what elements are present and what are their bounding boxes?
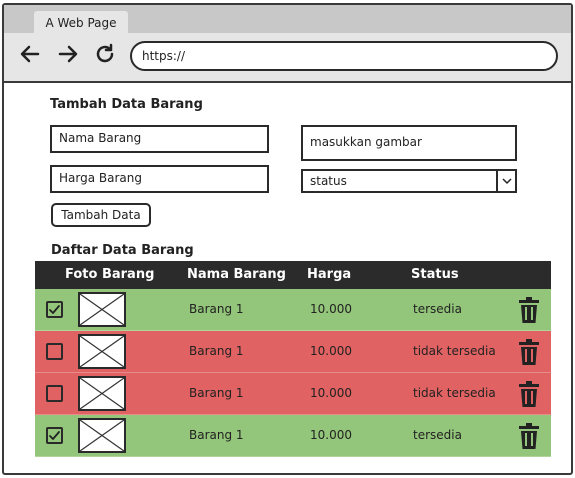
row-status: tidak tersedia	[413, 344, 496, 358]
status-select[interactable]: status	[301, 169, 517, 193]
chevron-down-icon	[496, 171, 515, 191]
address-bar[interactable]: https://	[130, 41, 558, 71]
header-status: Status	[411, 267, 459, 282]
image-placeholder-icon	[78, 376, 126, 411]
table-row: Barang 1 10.000 tersedia	[35, 289, 551, 331]
browser-window: A Web Page https:// Tambah Data Barang N…	[2, 3, 573, 475]
checkmark-icon	[49, 305, 60, 314]
trash-icon[interactable]	[519, 381, 539, 407]
item-name-input[interactable]: Nama Barang	[50, 125, 269, 153]
row-checkbox[interactable]	[46, 427, 63, 444]
row-checkbox[interactable]	[46, 343, 63, 360]
header-price: Harga	[307, 267, 352, 282]
table-title: Daftar Data Barang	[51, 243, 194, 258]
header-name: Nama Barang	[187, 267, 286, 282]
row-name: Barang 1	[189, 428, 244, 442]
arrow-left-icon	[20, 45, 40, 63]
table-row: Barang 1 10.000 tidak tersedia	[35, 331, 551, 373]
header-photo: Foto Barang	[65, 267, 155, 282]
row-status: tersedia	[413, 302, 462, 316]
item-price-input[interactable]: Harga Barang	[50, 165, 269, 193]
row-status: tidak tersedia	[413, 386, 496, 400]
row-checkbox[interactable]	[46, 385, 63, 402]
trash-icon[interactable]	[519, 423, 539, 449]
browser-chrome: A Web Page https://	[4, 5, 571, 83]
trash-icon[interactable]	[519, 297, 539, 323]
trash-icon[interactable]	[519, 339, 539, 365]
image-placeholder-icon	[78, 292, 126, 327]
table-header: Foto Barang Nama Barang Harga Status	[35, 261, 551, 289]
reload-icon	[96, 43, 114, 63]
data-table: Foto Barang Nama Barang Harga Status Bar…	[35, 261, 551, 457]
add-data-button[interactable]: Tambah Data	[51, 203, 151, 227]
table-row: Barang 1 10.000 tersedia	[35, 415, 551, 457]
row-price: 10.000	[310, 386, 352, 400]
browser-tab[interactable]: A Web Page	[34, 11, 128, 35]
table-body: Barang 1 10.000 tersedia Barang 1 10.000 tida…	[35, 289, 551, 457]
image-upload-field[interactable]: masukkan gambar	[301, 125, 517, 161]
forward-button[interactable]	[54, 42, 82, 70]
row-name: Barang 1	[189, 386, 244, 400]
row-price: 10.000	[310, 302, 352, 316]
reload-button[interactable]	[91, 42, 119, 70]
row-price: 10.000	[310, 428, 352, 442]
table-row: Barang 1 10.000 tidak tersedia	[35, 373, 551, 415]
checkmark-icon	[49, 431, 60, 440]
image-placeholder-icon	[78, 418, 126, 453]
row-name: Barang 1	[189, 302, 244, 316]
tab-bar: A Web Page	[4, 5, 571, 35]
arrow-right-icon	[58, 45, 78, 63]
image-placeholder-icon	[78, 334, 126, 369]
row-status: tersedia	[413, 428, 462, 442]
row-checkbox[interactable]	[46, 301, 63, 318]
row-price: 10.000	[310, 344, 352, 358]
form-title: Tambah Data Barang	[50, 97, 203, 112]
row-name: Barang 1	[189, 344, 244, 358]
back-button[interactable]	[16, 42, 44, 70]
status-select-value: status	[310, 174, 347, 188]
